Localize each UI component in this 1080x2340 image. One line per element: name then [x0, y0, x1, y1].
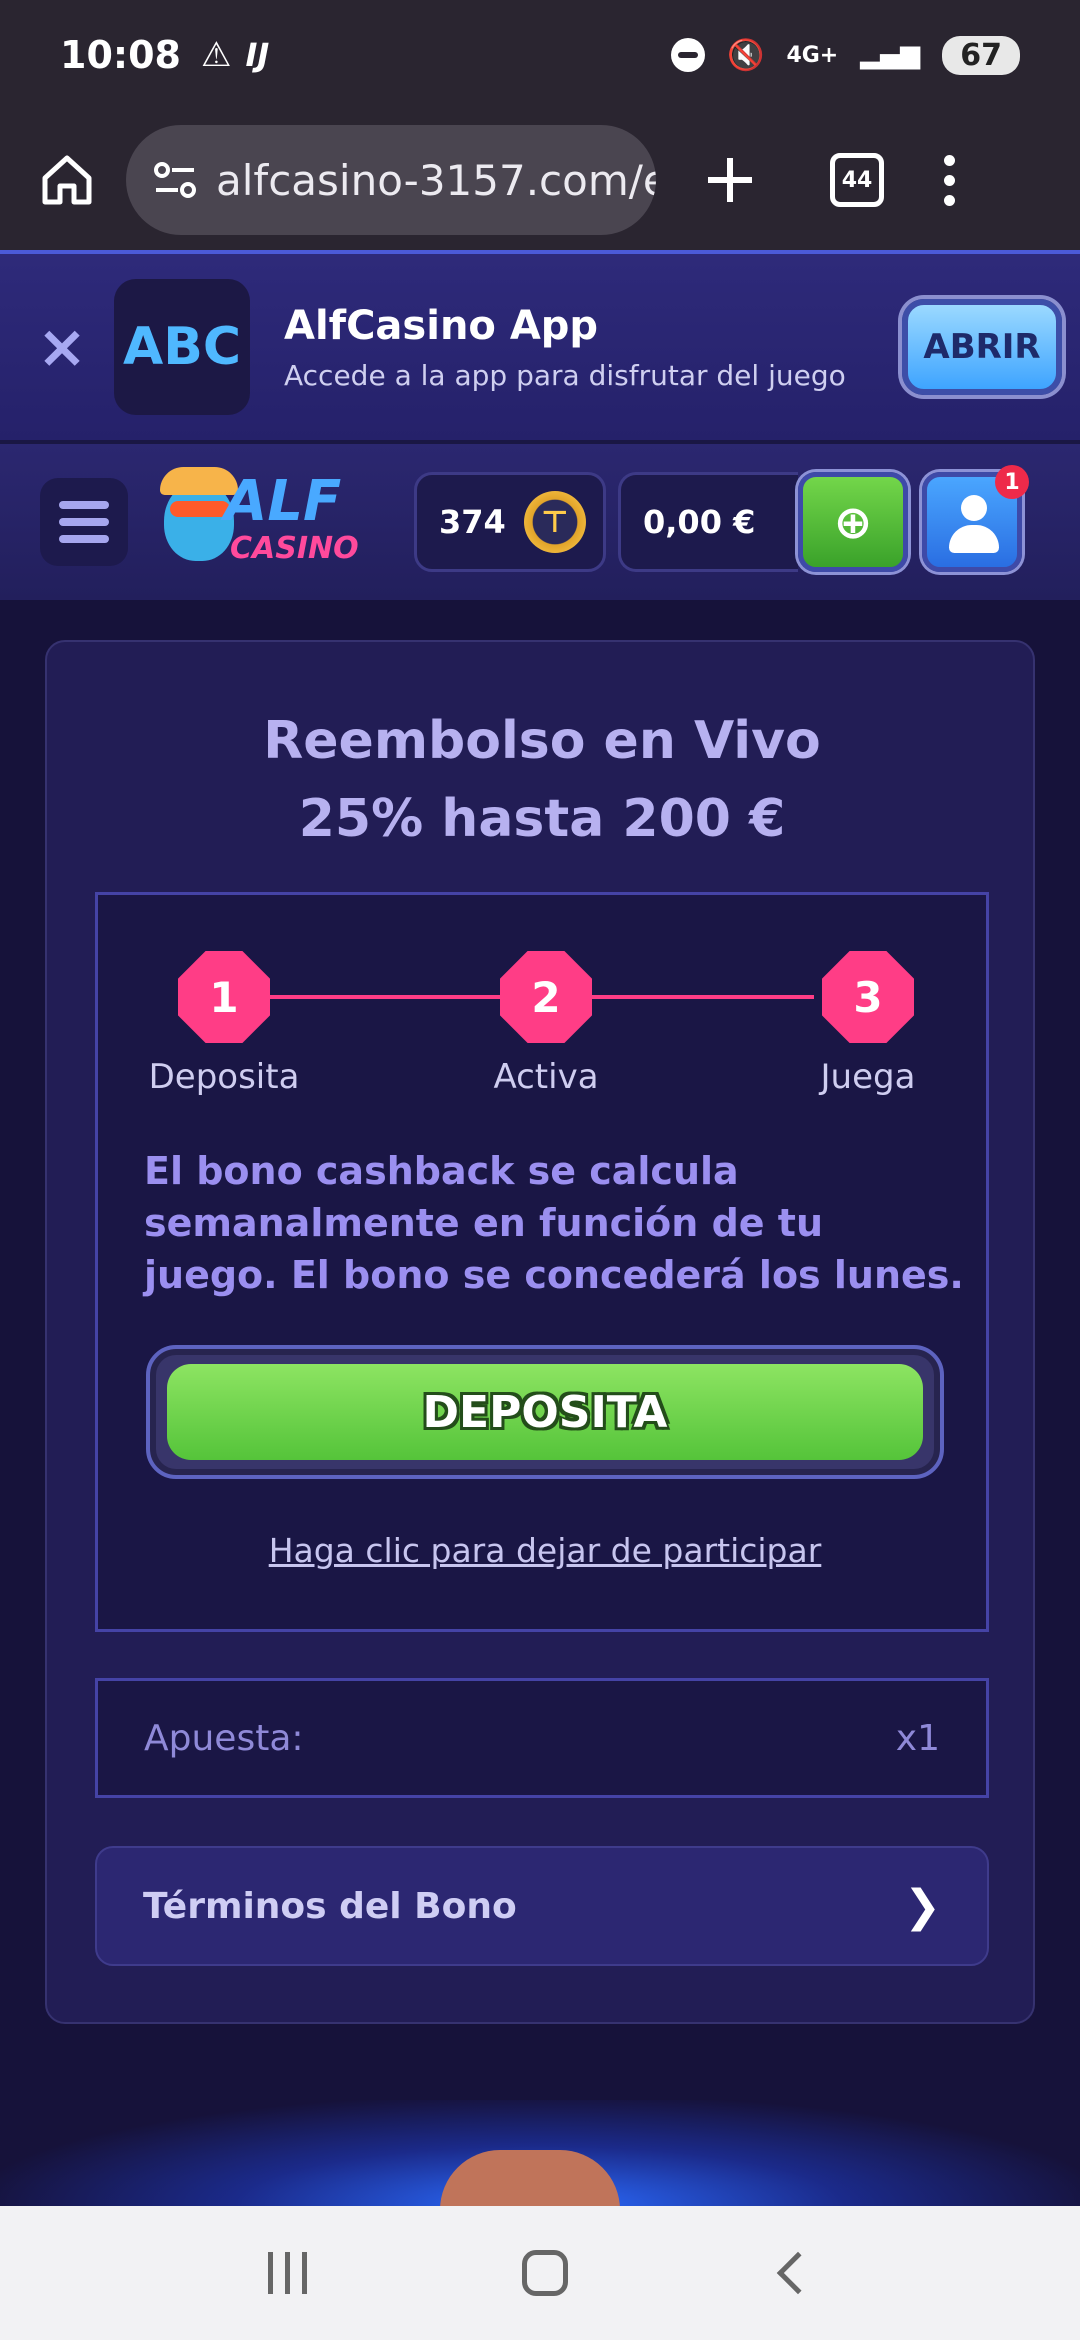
- site-logo[interactable]: ALF CASINO: [160, 467, 359, 577]
- promo-description: El bono cashback se calcula semanalmente…: [144, 1149, 964, 1297]
- mascot-glasses: [170, 501, 230, 517]
- bottom-decoration: [0, 2100, 1080, 2210]
- bonus-terms-button[interactable]: Términos del Bono ❯: [95, 1846, 989, 1966]
- coins-value: 374: [439, 503, 506, 541]
- wager-label: Apuesta:: [144, 1717, 304, 1759]
- app-banner-subtitle: Accede a la app para disfrutar del juego: [284, 358, 846, 392]
- battery-indicator: 67: [942, 35, 1020, 75]
- add-funds-button[interactable]: ⊕: [798, 472, 908, 572]
- balance-value: 0,00 €: [643, 503, 756, 541]
- deposit-button-label: DEPOSITA: [167, 1364, 923, 1460]
- app-banner-title: AlfCasino App: [284, 302, 599, 349]
- notification-badge: 1: [995, 465, 1029, 499]
- step-label: Deposita: [148, 1057, 300, 1097]
- logo-casino-text: CASINO: [230, 531, 359, 566]
- step-2: 2: [500, 951, 592, 1043]
- do-not-disturb-icon: [671, 38, 706, 72]
- wager-value: x1: [895, 1717, 940, 1759]
- system-navigation-bar: [0, 2206, 1080, 2340]
- mute-icon: 🔇: [727, 37, 765, 73]
- wager-row: Apuesta: x1: [95, 1678, 989, 1798]
- user-icon: [961, 495, 987, 521]
- app-logo: ABC: [114, 279, 250, 415]
- step-number: 2: [500, 951, 592, 1043]
- status-icons: 🔇 4G+ ▂▄▆ 67: [671, 35, 1020, 75]
- money-balance[interactable]: 0,00 €: [618, 472, 798, 572]
- home-icon[interactable]: [32, 145, 102, 215]
- step-1: 1: [178, 951, 270, 1043]
- address-bar[interactable]: alfcasino-3157.com/e: [126, 125, 656, 235]
- site-header: ALF CASINO 374 ⊤ 0,00 € ⊕ 1: [0, 440, 1080, 600]
- coins-plus-icon: ⊕: [833, 495, 873, 549]
- new-tab-icon[interactable]: [700, 150, 760, 210]
- mascot-pet-image: [440, 2150, 620, 2210]
- app-banner: × ABC AlfCasino App Accede a la app para…: [0, 250, 1080, 440]
- home-button-icon[interactable]: [521, 2250, 568, 2296]
- step-3: 3: [822, 951, 914, 1043]
- app-notification-icon: IJ: [245, 36, 270, 74]
- status-time: 10:08: [60, 33, 181, 77]
- url-text[interactable]: alfcasino-3157.com/e: [216, 156, 656, 205]
- deposit-button[interactable]: DEPOSITA: [146, 1345, 944, 1479]
- promo-title: Reembolso en Vivo 25% hasta 200 €: [47, 702, 1037, 858]
- coin-icon: ⊤: [523, 491, 586, 553]
- browser-menu-icon[interactable]: [944, 154, 955, 206]
- opt-out-link[interactable]: Haga clic para dejar de participar: [98, 1531, 992, 1570]
- signal-icon: ▂▄▆: [860, 40, 921, 70]
- chevron-right-icon: ❯: [904, 1880, 941, 1932]
- tab-switcher-button[interactable]: 44: [830, 153, 884, 207]
- step-number: 1: [178, 951, 270, 1043]
- promo-card: Reembolso en Vivo 25% hasta 200 € 1 Depo…: [45, 640, 1035, 2024]
- app-banner-text: AlfCasino App Accede a la app para disfr…: [284, 303, 846, 392]
- coins-balance[interactable]: 374 ⊤: [414, 472, 606, 572]
- hamburger-menu-icon[interactable]: [40, 478, 128, 566]
- open-app-button[interactable]: ABRIR: [902, 299, 1062, 395]
- promo-title-line2: 25% hasta 200 €: [298, 789, 786, 849]
- promo-title-line1: Reembolso en Vivo: [263, 711, 821, 771]
- back-icon[interactable]: [776, 2251, 819, 2295]
- site-settings-icon[interactable]: [152, 157, 198, 203]
- logo-alf-text: ALF: [224, 469, 342, 534]
- bonus-terms-label: Términos del Bono: [143, 1885, 517, 1927]
- step-label: Juega: [820, 1057, 916, 1097]
- network-label: 4G+: [786, 42, 839, 68]
- close-icon[interactable]: ×: [32, 317, 92, 377]
- step-number: 3: [822, 951, 914, 1043]
- app-logo-text: ABC: [122, 317, 242, 377]
- steps-panel: 1 Deposita 2 Activa 3 Juega El bono cash…: [95, 892, 989, 1632]
- recent-apps-icon[interactable]: [267, 2252, 307, 2294]
- warning-icon: ⚠: [200, 35, 232, 75]
- status-bar: 10:08 ⚠ IJ 🔇 4G+ ▂▄▆ 67: [0, 0, 1080, 110]
- user-profile-button[interactable]: 1: [922, 465, 1029, 572]
- step-label: Activa: [493, 1057, 599, 1097]
- browser-toolbar: alfcasino-3157.com/e 44: [0, 110, 1080, 250]
